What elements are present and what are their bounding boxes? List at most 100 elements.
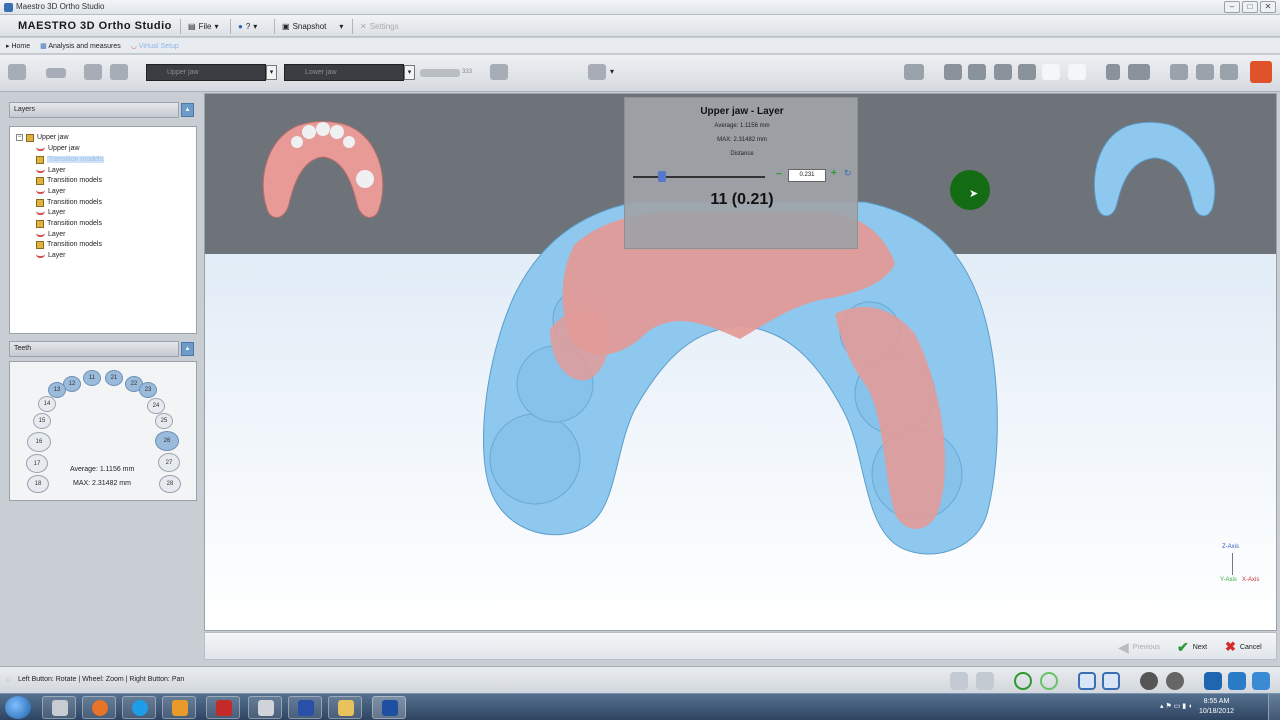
settings-menu[interactable]: ✕ Settings [360,19,399,34]
close-button[interactable]: ✕ [1260,1,1276,13]
snapshot-menu[interactable]: ▣ Snapshot ▾ [282,19,343,34]
tooth-16[interactable]: 16 [27,432,51,452]
taskbar-app[interactable] [42,696,76,719]
box-view-icon[interactable] [1078,672,1096,690]
view-top-icon[interactable] [994,64,1012,80]
taskbar-app[interactable] [82,696,116,719]
tooth-18[interactable]: 18 [27,475,49,493]
collapse-layers-button[interactable]: ▴ [181,103,194,117]
zoom-in-icon[interactable] [950,672,968,690]
minimize-button[interactable]: – [1224,1,1240,13]
breadcrumb-home[interactable]: ▸ Home [6,42,30,50]
view-bottom-icon[interactable] [1018,64,1036,80]
tree-item[interactable]: Transition models [36,218,102,229]
rotate-icon[interactable] [1040,672,1058,690]
camera-icon: ▣ [282,22,290,31]
taskbar-app-active[interactable] [372,696,406,719]
box-3d-icon[interactable] [1102,672,1120,690]
occlusion-icon[interactable] [1106,64,1120,80]
maestro-icon [382,700,398,716]
tooth-28[interactable]: 28 [159,475,181,493]
tooth-15[interactable]: 15 [33,413,51,429]
breadcrumb-virtual-setup[interactable]: ◡ Virtual Setup [131,42,179,50]
jaw-pair-icon[interactable] [1128,64,1150,80]
collapse-icon[interactable]: − [16,134,23,141]
taskbar-app[interactable] [328,696,362,719]
lower-jaw-select[interactable]: Lower jaw ▾ [284,64,415,81]
plus-icon[interactable]: + [831,168,837,179]
shield-icon[interactable] [588,64,606,80]
tree-item[interactable]: Transition models [36,239,102,250]
upper-jaw-select[interactable]: Upper jaw ▾ [146,64,277,81]
tooth-26[interactable]: 26 [155,431,179,451]
tooth-21[interactable]: 21 [105,370,123,386]
tree-item-selected[interactable]: Transition models [36,154,104,165]
3d-viewport[interactable]: Upper jaw - Layer Average: 1.1156 mm MAX… [204,93,1277,631]
distance-slider-track[interactable] [633,176,765,178]
cube-top-icon[interactable] [1252,672,1270,690]
cube-side-icon[interactable] [1228,672,1246,690]
sphere-shade-icon[interactable] [1166,672,1184,690]
tooth-14[interactable]: 14 [38,396,56,412]
distance-input[interactable]: 0.231 [788,169,826,182]
upper-jaw-thumbnail[interactable] [262,121,384,218]
opacity-icon[interactable] [490,64,508,80]
grid-view-icon[interactable] [904,64,924,80]
model-both-icon[interactable] [1220,64,1238,80]
cancel-button[interactable]: ✖ Cancel [1225,639,1262,654]
chevron-down-icon[interactable]: ▾ [610,67,614,76]
tree-item[interactable]: Layer [36,250,66,261]
show-desktop-button[interactable] [1268,694,1280,720]
chevron-down-icon[interactable]: ▾ [266,65,277,80]
popup-title: Upper jaw - Layer [700,106,784,117]
collapse-teeth-button[interactable]: ▴ [181,342,194,356]
lower-jaw-thumbnail[interactable] [1093,121,1216,217]
target-icon[interactable] [1014,672,1032,690]
taskbar-app[interactable] [162,696,196,719]
tree-root[interactable]: − Upper jaw [16,132,69,143]
clock[interactable]: 8:55 AM 10/18/2012 [1199,697,1234,717]
taskbar-app[interactable] [206,696,240,719]
tree-item[interactable]: Layer [36,186,66,197]
view-front-icon[interactable] [944,64,962,80]
view-side-icon[interactable] [968,64,986,80]
tooth-27[interactable]: 27 [158,453,180,472]
breadcrumb-analysis[interactable]: ▦ Analysis and measures [40,42,121,50]
tooth-25[interactable]: 25 [155,413,173,429]
tree-item[interactable]: Layer [36,207,66,218]
distance-slider-handle[interactable] [658,171,667,182]
lower-jaw-view-icon[interactable] [1068,64,1086,80]
tooth-17[interactable]: 17 [26,454,48,473]
taskbar-app[interactable] [248,696,282,719]
hand-tool-icon[interactable] [8,64,26,80]
previous-button[interactable]: ◀ Previous [1118,639,1160,655]
refresh-icon[interactable]: ↻ [844,168,852,179]
tree-item[interactable]: Transition models [36,175,102,186]
tray-icons[interactable]: ▴ ⚑ ▭ ▮ ◖ [1160,702,1192,710]
tree-item[interactable]: Upper jaw [36,143,80,154]
tooth-24[interactable]: 24 [147,398,165,414]
tooth-icons-strip[interactable] [420,69,460,77]
zoom-out-icon[interactable] [976,672,994,690]
jaw-view-icon[interactable] [84,64,102,80]
help-menu[interactable]: ● ? ▾ [238,19,257,34]
file-menu[interactable]: ▤ File ▾ [188,19,218,34]
maximize-button[interactable]: □ [1242,1,1258,13]
cube-front-icon[interactable] [1204,672,1222,690]
chevron-down-icon[interactable]: ▾ [404,65,415,80]
taskbar-app[interactable] [288,696,322,719]
tooth-23[interactable]: 23 [139,382,157,398]
taskbar-app[interactable] [122,696,156,719]
tooth-11[interactable]: 11 [83,370,101,386]
jaw-tool-icon[interactable] [46,68,66,78]
model-upper-icon[interactable] [1170,64,1188,80]
minus-icon[interactable]: − [776,169,782,180]
tooth-13[interactable]: 13 [48,382,66,398]
upper-jaw-view-icon[interactable] [1042,64,1060,80]
power-icon[interactable] [1250,61,1272,83]
next-button[interactable]: ✔ Next [1177,639,1207,655]
start-button[interactable] [5,696,31,719]
model-lower-icon[interactable] [1196,64,1214,80]
sphere-icon[interactable] [1140,672,1158,690]
square-tool-icon[interactable] [110,64,128,80]
